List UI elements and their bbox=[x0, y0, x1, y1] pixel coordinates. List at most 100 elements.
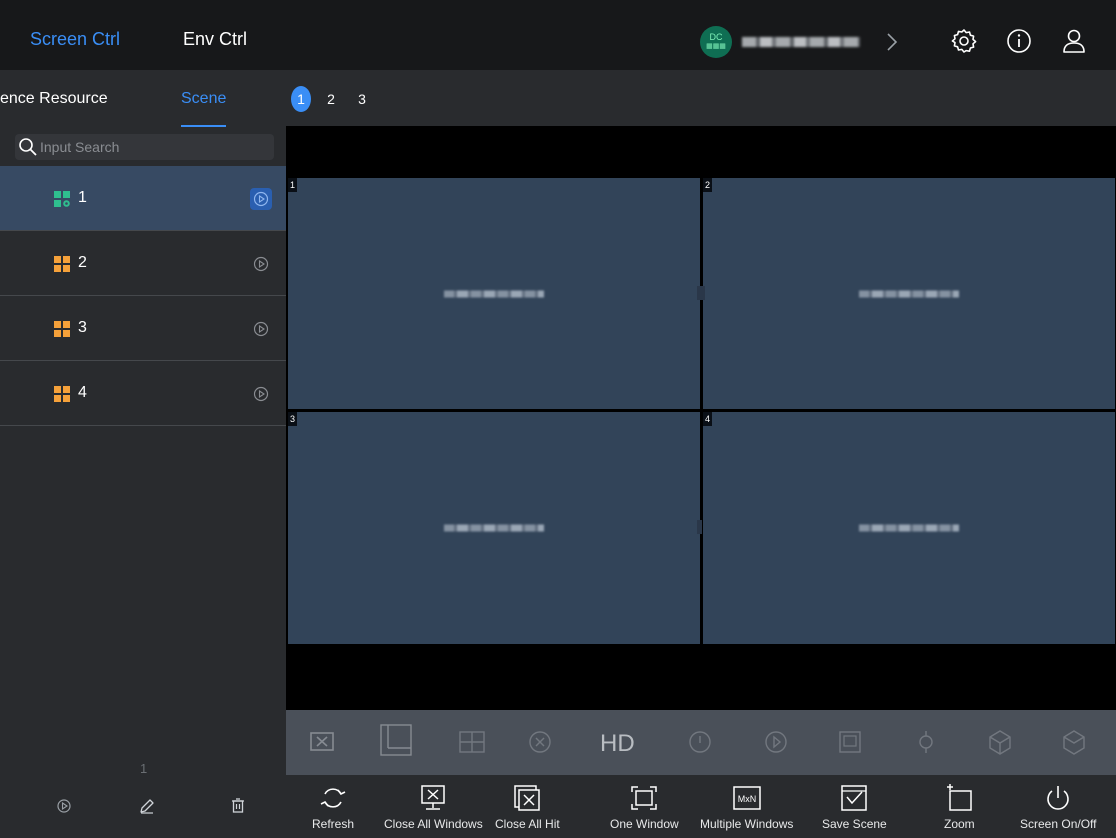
scene-item-3[interactable]: 3 bbox=[0, 296, 286, 361]
zoom-label: Zoom bbox=[944, 817, 975, 831]
close-all-hit-icon bbox=[514, 785, 541, 811]
screen-onoff-label: Screen On/Off bbox=[1020, 817, 1097, 831]
close-all-windows-label: Close All Windows bbox=[384, 817, 483, 831]
one-window-label: One Window bbox=[610, 817, 679, 831]
edit-icon[interactable] bbox=[138, 797, 156, 815]
search-input[interactable] bbox=[40, 139, 260, 155]
device-icon: DC ▦▦▦ bbox=[700, 26, 732, 58]
play-icon bbox=[253, 191, 269, 207]
grid-icon bbox=[459, 731, 485, 753]
window-source-name bbox=[444, 290, 544, 297]
wall-window[interactable]: 1 bbox=[288, 178, 700, 409]
refresh-icon bbox=[320, 788, 346, 808]
multiple-windows-label: Multiple Windows bbox=[700, 817, 794, 831]
top-bar: Screen Ctrl Env Ctrl DC ▦▦▦ bbox=[0, 0, 1116, 72]
device-selector[interactable]: DC ▦▦▦ bbox=[700, 26, 902, 58]
window-number: 1 bbox=[288, 178, 297, 192]
save-scene-button[interactable]: Save Scene bbox=[822, 783, 887, 831]
left-panel: ence Resource Scene 1 2 bbox=[0, 70, 286, 776]
scene-item-2[interactable]: 2 bbox=[0, 231, 286, 296]
window-number: 3 bbox=[288, 412, 297, 426]
play-scene-button[interactable] bbox=[250, 253, 272, 275]
tab-env-ctrl[interactable]: Env Ctrl bbox=[183, 29, 247, 50]
scene-layout-icon bbox=[54, 191, 70, 207]
resize-handle[interactable] bbox=[697, 286, 705, 300]
play-scene-icon[interactable] bbox=[55, 797, 73, 815]
search-icon bbox=[19, 138, 37, 156]
multiple-windows-icon: MxN bbox=[732, 786, 761, 810]
window-tools-bar: HD bbox=[286, 710, 1116, 775]
save-scene-label: Save Scene bbox=[822, 817, 887, 831]
play-icon bbox=[253, 386, 269, 402]
tab-screen-ctrl[interactable]: Screen Ctrl bbox=[30, 29, 126, 72]
screen-icon bbox=[839, 731, 861, 753]
play-icon bbox=[253, 321, 269, 337]
cube-alt-icon bbox=[1063, 730, 1085, 755]
screen-page-1[interactable]: 1 bbox=[291, 86, 311, 112]
power-icon bbox=[1047, 786, 1069, 810]
layout-icon bbox=[380, 724, 412, 756]
window-source-name bbox=[859, 524, 959, 532]
page-number: 1 bbox=[140, 761, 148, 776]
close-all-hit-button[interactable]: Close All Hit bbox=[495, 783, 560, 831]
zoom-button[interactable]: Zoom bbox=[944, 783, 975, 831]
play-circle-icon bbox=[765, 731, 787, 753]
power-circle-icon bbox=[689, 731, 711, 753]
multiple-windows-button[interactable]: MxN Multiple Windows bbox=[700, 783, 793, 831]
rotate-icon bbox=[919, 731, 933, 753]
scene-list: 1 2 3 4 bbox=[0, 166, 286, 426]
cube-icon bbox=[989, 730, 1011, 755]
search-box[interactable] bbox=[15, 134, 274, 160]
window-number: 2 bbox=[703, 178, 712, 192]
scene-layout-icon bbox=[54, 386, 70, 402]
window-number: 4 bbox=[703, 412, 712, 426]
screen-page-2[interactable]: 2 bbox=[321, 88, 341, 110]
close-all-windows-button[interactable]: Close All Windows bbox=[384, 783, 483, 831]
chevron-right-icon bbox=[887, 33, 898, 51]
device-badge-line1: DC bbox=[709, 32, 723, 42]
info-icon[interactable] bbox=[1006, 28, 1032, 54]
close-all-hit-label: Close All Hit bbox=[495, 817, 560, 831]
scene-item-4[interactable]: 4 bbox=[0, 361, 286, 426]
scene-label: 3 bbox=[78, 319, 87, 336]
resize-handle[interactable] bbox=[697, 520, 702, 534]
scene-layout-icon bbox=[54, 321, 70, 337]
play-icon bbox=[253, 256, 269, 272]
close-circle-icon bbox=[529, 731, 551, 753]
scene-item-1[interactable]: 1 bbox=[0, 166, 286, 231]
play-scene-button[interactable] bbox=[250, 188, 272, 210]
tab-scene[interactable]: Scene bbox=[181, 90, 227, 127]
refresh-button[interactable]: Refresh bbox=[312, 783, 354, 831]
save-scene-icon bbox=[841, 785, 868, 811]
tab-resource[interactable]: ence Resource bbox=[0, 90, 108, 108]
close-all-windows-icon bbox=[421, 785, 446, 810]
left-footer bbox=[0, 775, 286, 838]
scene-layout-icon bbox=[54, 256, 70, 272]
screen-onoff-button[interactable]: Screen On/Off bbox=[1020, 783, 1096, 831]
multiple-windows-icon-text: MxN bbox=[737, 794, 756, 804]
scene-label: 4 bbox=[78, 384, 87, 401]
scene-label: 1 bbox=[78, 189, 87, 206]
wall-window[interactable]: 4 bbox=[703, 412, 1115, 644]
window-source-name bbox=[859, 290, 959, 297]
screen-page-3[interactable]: 3 bbox=[352, 88, 372, 110]
one-window-button[interactable]: One Window bbox=[610, 783, 679, 831]
hd-toggle: HD bbox=[600, 730, 635, 757]
window-source-name bbox=[444, 524, 544, 532]
screen-page-bar: 1 2 3 bbox=[286, 70, 1116, 126]
wall-window[interactable]: 2 bbox=[703, 178, 1115, 409]
play-scene-button[interactable] bbox=[250, 318, 272, 340]
wall-window[interactable]: 3 bbox=[288, 412, 700, 644]
video-wall-canvas[interactable]: 1 2 3 4 bbox=[286, 126, 1116, 710]
zoom-icon bbox=[947, 784, 973, 811]
trash-icon[interactable] bbox=[229, 797, 247, 815]
device-name bbox=[742, 37, 860, 47]
gear-icon[interactable] bbox=[951, 28, 977, 54]
bottom-toolbar: Refresh Close All Windows Close All Hit … bbox=[286, 775, 1116, 838]
play-scene-button[interactable] bbox=[250, 383, 272, 405]
user-icon[interactable] bbox=[1061, 28, 1087, 54]
refresh-label: Refresh bbox=[312, 817, 355, 831]
one-window-icon bbox=[631, 786, 658, 810]
scene-label: 2 bbox=[78, 254, 87, 271]
close-window-icon bbox=[310, 732, 334, 751]
